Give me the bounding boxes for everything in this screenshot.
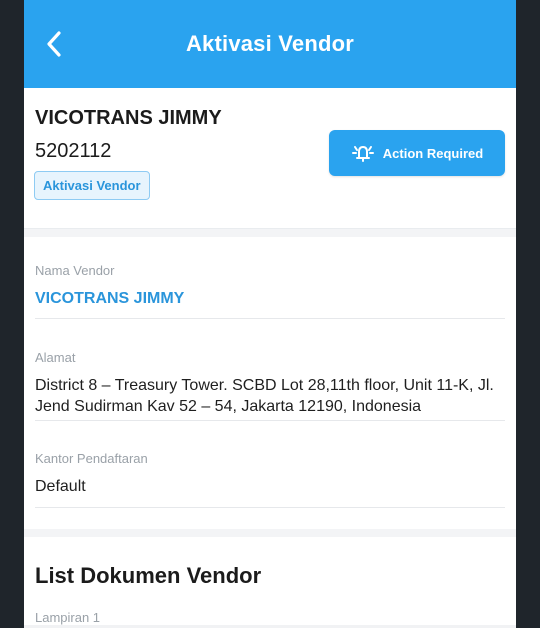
vendor-name-link[interactable]: VICOTRANS JIMMY xyxy=(35,288,505,309)
back-button[interactable] xyxy=(38,28,70,60)
attachment-label: Lampiran 1 xyxy=(35,610,101,625)
page-title: Aktivasi Vendor xyxy=(185,31,355,56)
field-label: Nama Vendor xyxy=(35,263,115,278)
phone-screen: Aktivasi Vendor VICOTRANS JIMMY 5202112 … xyxy=(24,0,516,628)
field-label: Alamat xyxy=(35,350,76,365)
field-nama-vendor: Nama Vendor VICOTRANS JIMMY xyxy=(35,263,505,319)
action-required-label: Action Required xyxy=(382,145,484,161)
field-label: Kantor Pendaftaran xyxy=(35,451,148,466)
app-bar: Aktivasi Vendor xyxy=(24,0,516,88)
divider xyxy=(24,229,516,237)
vendor-code: 5202112 xyxy=(35,140,112,162)
vendor-info-card: Nama Vendor VICOTRANS JIMMY Alamat Distr… xyxy=(24,237,516,529)
status-badge: Aktivasi Vendor xyxy=(34,171,150,200)
field-kantor-pendaftaran: Kantor Pendaftaran Default xyxy=(35,451,505,508)
field-value: Default xyxy=(35,478,86,495)
field-value: District 8 – Treasury Tower. SCBD Lot 28… xyxy=(35,377,494,415)
chevron-left-icon xyxy=(47,31,61,57)
vendor-header-card: VICOTRANS JIMMY 5202112 Aktivasi Vendor … xyxy=(24,88,516,229)
document-list-card: List Dokumen Vendor Lampiran 1 xyxy=(24,537,516,625)
bell-alert-icon xyxy=(351,146,374,162)
action-required-button[interactable]: Action Required xyxy=(329,130,505,176)
section-title: List Dokumen Vendor xyxy=(35,563,262,588)
field-alamat: Alamat District 8 – Treasury Tower. SCBD… xyxy=(35,350,505,421)
vendor-name: VICOTRANS JIMMY xyxy=(35,107,222,129)
divider xyxy=(24,529,516,537)
